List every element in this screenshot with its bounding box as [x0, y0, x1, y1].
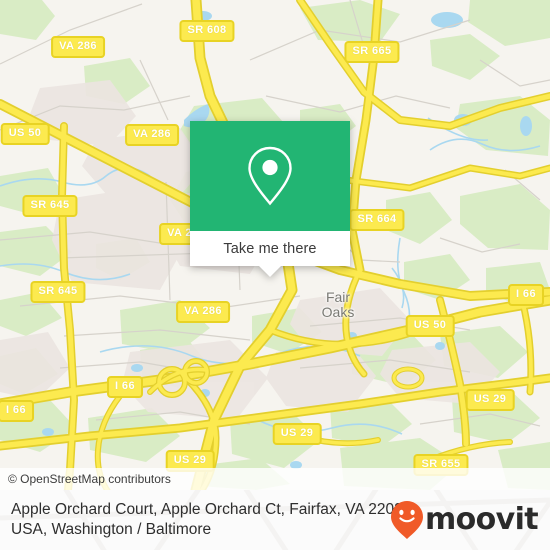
road-shield-i-66-mid[interactable]: I 66 [107, 376, 143, 398]
road-shield-sr-645-south[interactable]: SR 645 [30, 281, 86, 303]
road-shield-va-286-south[interactable]: VA 286 [176, 301, 230, 323]
road-shield-us-50-east[interactable]: US 50 [405, 315, 455, 337]
road-shield-i-66-east[interactable]: I 66 [508, 284, 544, 306]
take-me-there-button[interactable]: Take me there [190, 231, 350, 277]
road-shield-sr-608[interactable]: SR 608 [179, 20, 235, 42]
moovit-smiley-pin-icon [390, 501, 423, 539]
map-screen: Fair Oaks SR 608 SR 665 VA 286 VA 286 US… [0, 0, 550, 550]
map-attribution-bar: © OpenStreetMap contributors [0, 468, 550, 490]
road-shield-sr-645-north[interactable]: SR 645 [22, 195, 78, 217]
take-me-there-label: Take me there [223, 240, 317, 257]
map-canvas[interactable]: Fair Oaks SR 608 SR 665 VA 286 VA 286 US… [0, 0, 550, 490]
road-shield-sr-664[interactable]: SR 664 [349, 209, 405, 231]
address-block: Apple Orchard Court, Apple Orchard Ct, F… [0, 500, 416, 540]
road-shield-va-286-mid[interactable]: VA 286 [125, 124, 179, 146]
callout-pin-panel [190, 121, 350, 231]
map-pin-icon [248, 146, 292, 206]
location-callout-card[interactable]: Take me there [190, 121, 350, 277]
road-shield-us-29-mid[interactable]: US 29 [272, 423, 322, 445]
moovit-brand: moovit [390, 500, 539, 540]
bottom-info-bar: Apple Orchard Court, Apple Orchard Ct, F… [0, 490, 550, 550]
road-shield-i-66-west[interactable]: I 66 [0, 400, 34, 422]
road-shield-us-50-west[interactable]: US 50 [0, 123, 50, 145]
road-shield-va-286-north[interactable]: VA 286 [51, 36, 105, 58]
place-label-fair-oaks: Fair Oaks [321, 289, 355, 320]
moovit-wordmark: moovit [424, 502, 539, 537]
road-shield-us-29-east[interactable]: US 29 [465, 389, 515, 411]
callout-tail [259, 266, 281, 277]
osm-attribution-text[interactable]: © OpenStreetMap contributors [8, 472, 171, 486]
address-text: Apple Orchard Court, Apple Orchard Ct, F… [11, 501, 416, 538]
road-shield-sr-665[interactable]: SR 665 [344, 41, 400, 63]
